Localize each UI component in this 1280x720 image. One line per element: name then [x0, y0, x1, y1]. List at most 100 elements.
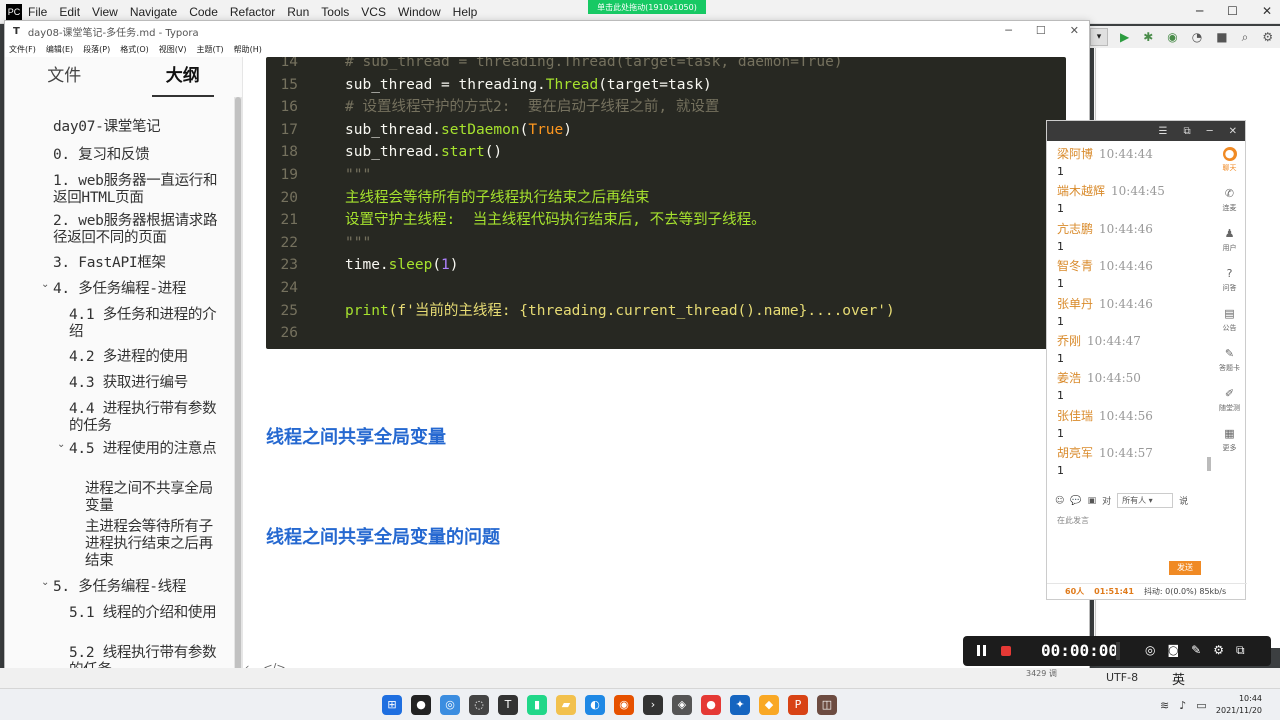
app-icon[interactable]: ●: [411, 695, 431, 715]
code-line[interactable]: 15 sub_thread = threading.Thread(target=t…: [266, 74, 1066, 96]
chat-message[interactable]: 端木越辉 10:44:45 1: [1057, 182, 1207, 215]
sidebar-scrollbar[interactable]: [234, 97, 242, 687]
image-icon[interactable]: ▣: [1088, 496, 1097, 506]
drag-banner[interactable]: 单击此处拖动(1910x1050): [588, 0, 706, 14]
outline-item[interactable]: day07-课堂笔记: [53, 119, 225, 136]
quick-reply-icon[interactable]: 💬: [1070, 496, 1081, 506]
menu-paragraph[interactable]: 段落(P): [83, 44, 110, 55]
tab-files[interactable]: 文件: [5, 57, 124, 99]
recorder-app-icon[interactable]: ●: [701, 695, 721, 715]
battery-icon[interactable]: ▭: [1196, 699, 1206, 712]
chat-message[interactable]: 胡亮军 10:44:57 1: [1057, 444, 1207, 477]
outline-item[interactable]: 4.4 进程执行带有参数的任务: [69, 401, 225, 435]
chat-scrollbar[interactable]: [1207, 457, 1211, 471]
code-line[interactable]: 25 print(f'当前的主线程: {threading.current_thr…: [266, 300, 1066, 322]
menu-view[interactable]: 视图(V): [159, 44, 187, 55]
maximize-icon[interactable]: ☐: [1036, 24, 1046, 37]
minimize-icon[interactable]: ─: [1005, 24, 1012, 37]
chat-message[interactable]: 亢志鹏 10:44:46 1: [1057, 220, 1207, 253]
code-line[interactable]: 24: [266, 277, 1066, 299]
tab-outline[interactable]: 大纲: [124, 57, 243, 99]
outline-item[interactable]: 4.3 获取进行编号: [69, 375, 225, 392]
code-line[interactable]: 22 """: [266, 232, 1066, 254]
chat-message-list[interactable]: 梁阿博 10:44:44 1 端木越辉 10:44:45 1 亢志鹏 10:44:46 1 智冬青…: [1047, 141, 1209, 486]
explorer-icon[interactable]: ▰: [556, 695, 576, 715]
taskbar-clock[interactable]: 10:44 2021/11/20: [1216, 693, 1262, 717]
terminal-icon[interactable]: ›: [643, 695, 663, 715]
webcam-icon[interactable]: ◎: [1145, 643, 1155, 658]
rail-item[interactable]: ♟ 用户: [1213, 227, 1246, 253]
chat-message[interactable]: 梁阿博 10:44:44 1: [1057, 145, 1207, 178]
ide-menu-vcs[interactable]: VCS: [361, 5, 386, 19]
debug-icon[interactable]: ✱: [1143, 30, 1153, 44]
code-line[interactable]: 18 sub_thread.start(): [266, 141, 1066, 163]
close-icon[interactable]: ✕: [1229, 126, 1237, 137]
pause-icon[interactable]: [975, 644, 989, 658]
chevron-down-icon[interactable]: ⌄: [41, 279, 49, 290]
rail-item[interactable]: ▤ 公告: [1213, 307, 1246, 333]
scrollbar-thumb[interactable]: [235, 97, 241, 677]
gear-icon[interactable]: ⚙: [1262, 30, 1273, 44]
minimize-icon[interactable]: ─: [1207, 126, 1213, 137]
outline-item[interactable]: 4.2 多进程的使用: [69, 349, 225, 366]
app-icon[interactable]: ◆: [759, 695, 779, 715]
target-select[interactable]: 所有人 ▾: [1117, 493, 1174, 508]
chevron-down-icon[interactable]: ⌄: [57, 439, 65, 450]
rail-item[interactable]: ✐ 随堂测: [1213, 387, 1246, 413]
outline-item[interactable]: 5. 多任务编程-线程: [53, 579, 225, 596]
ide-menu-edit[interactable]: Edit: [59, 5, 80, 19]
run-config-dropdown-icon[interactable]: ▾: [1090, 28, 1108, 46]
powerpoint-icon[interactable]: P: [788, 695, 808, 715]
settings-icon[interactable]: ⚙: [1213, 643, 1224, 658]
outline-item[interactable]: 主进程会等待所有子进程执行结束之后再结束: [85, 519, 225, 570]
ide-menu-window[interactable]: Window: [398, 5, 441, 19]
browser-icon[interactable]: ◉: [614, 695, 634, 715]
typora-taskbar-icon[interactable]: T: [498, 695, 518, 715]
app-icon[interactable]: ◈: [672, 695, 692, 715]
minimize-icon[interactable]: ─: [1196, 4, 1203, 18]
code-line[interactable]: 23 time.sleep(1): [266, 254, 1066, 276]
ide-menu-tools[interactable]: Tools: [321, 5, 349, 19]
profile-icon[interactable]: ◔: [1192, 30, 1202, 44]
chevron-down-icon[interactable]: ⌄: [41, 577, 49, 588]
code-line[interactable]: 21 设置守护主线程: 当主线程代码执行结束后, 不去等到子线程。: [266, 209, 1066, 231]
ide-menu-file[interactable]: File: [28, 5, 47, 19]
chat-message[interactable]: 智冬青 10:44:46 1: [1057, 257, 1207, 290]
rail-item[interactable]: ✆ 连麦: [1213, 187, 1246, 213]
code-line[interactable]: 26: [266, 322, 1066, 344]
ide-menu-code[interactable]: Code: [189, 5, 218, 19]
wifi-icon[interactable]: ≋: [1160, 699, 1169, 712]
rail-item[interactable]: ● 聊天: [1213, 147, 1246, 173]
ide-menu-view[interactable]: View: [92, 5, 118, 19]
chat-app-icon[interactable]: ✦: [730, 695, 750, 715]
heading-shared-globals-problem[interactable]: 线程之间共享全局变量的问题: [266, 523, 500, 549]
edge-icon[interactable]: ◐: [585, 695, 605, 715]
outline-item[interactable]: 5.1 线程的介绍和使用: [69, 605, 225, 622]
heading-shared-globals[interactable]: 线程之间共享全局变量: [266, 423, 446, 449]
search-icon[interactable]: ⌕: [1242, 30, 1249, 45]
chat-message[interactable]: 张佳瑞 10:44:56 1: [1057, 407, 1207, 440]
run-icon[interactable]: ▶: [1120, 30, 1129, 44]
outline-item[interactable]: 4.5 进程使用的注意点: [69, 441, 225, 458]
chat-input[interactable]: 在此发言: [1057, 515, 1089, 526]
menu-help[interactable]: 帮助(H): [234, 44, 262, 55]
menu-file[interactable]: 文件(F): [9, 44, 36, 55]
start-menu-icon[interactable]: ⊞: [382, 695, 402, 715]
outline-item[interactable]: 3. FastAPI框架: [53, 255, 225, 272]
emoji-icon[interactable]: ☺: [1055, 496, 1064, 506]
ime-indicator[interactable]: 英: [1172, 669, 1185, 688]
menu-format[interactable]: 格式(O): [120, 44, 149, 55]
camera-icon[interactable]: ◙: [1167, 643, 1179, 658]
pen-icon[interactable]: ✎: [1191, 643, 1201, 658]
outline-item[interactable]: 4.1 多任务和进程的介绍: [69, 307, 225, 341]
close-icon[interactable]: ✕: [1070, 24, 1079, 37]
code-line[interactable]: 17 sub_thread.setDaemon(True): [266, 119, 1066, 141]
outline-item[interactable]: 2. web服务器根据请求路径返回不同的页面: [53, 213, 225, 247]
rail-item[interactable]: ▦ 更多: [1213, 427, 1246, 453]
close-icon[interactable]: ✕: [1262, 4, 1272, 18]
status-encoding[interactable]: UTF-8: [1106, 671, 1138, 684]
ide-menu-run[interactable]: Run: [287, 5, 309, 19]
code-line[interactable]: 19 """: [266, 164, 1066, 186]
maximize-icon[interactable]: ☐: [1227, 4, 1238, 18]
pycharm-taskbar-icon[interactable]: ▮: [527, 695, 547, 715]
